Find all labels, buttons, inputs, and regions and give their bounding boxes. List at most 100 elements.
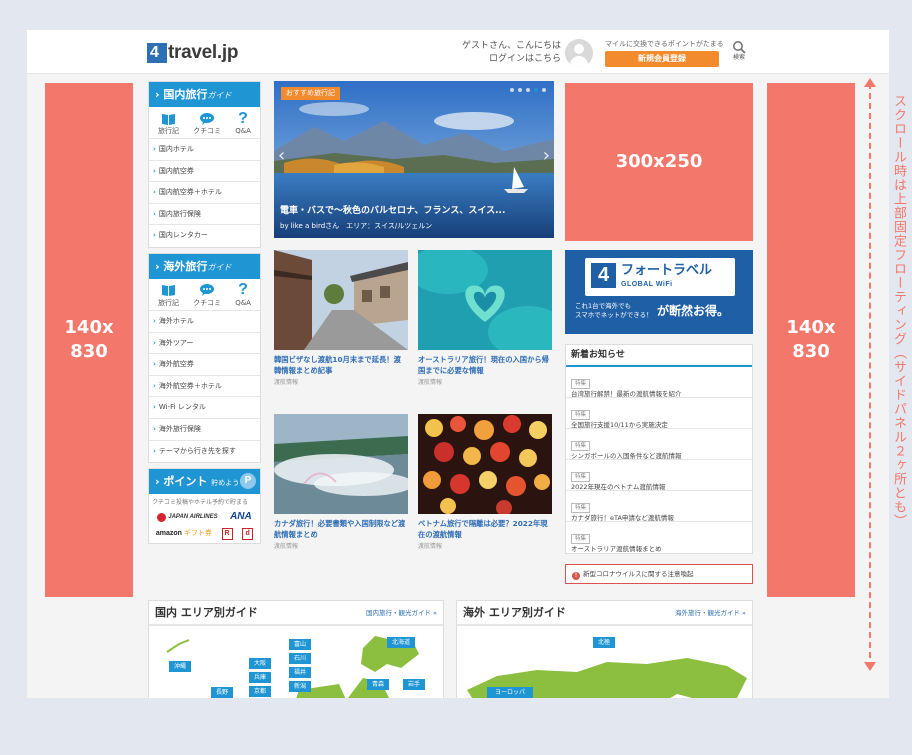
overseas-qa-label: Q&A bbox=[235, 298, 251, 307]
login-link[interactable]: ログインはこちら bbox=[457, 53, 561, 66]
news-item[interactable]: 特集 2022年現在のベトナム渡航情報 bbox=[566, 460, 752, 491]
jal-logo[interactable]: JAPAN AIRLINES bbox=[157, 512, 218, 522]
news-tag: 特集 bbox=[571, 534, 591, 544]
article-title[interactable]: ベトナム旅行で隔離は必要？2022年現在の渡航情報 bbox=[418, 518, 552, 540]
news-item[interactable]: 特集 カナダ旅行！eTA申請など渡航情報 bbox=[566, 491, 752, 522]
left-side-ad[interactable]: 140x 830 bbox=[45, 83, 133, 597]
link-wifi-rental[interactable]: Wi-Fi レンタル bbox=[149, 397, 260, 419]
chevron-right-icon[interactable]: › bbox=[543, 147, 550, 165]
article-title[interactable]: 韓国ビザなし渡航10月末まで延長！渡韓情報まとめ記事 bbox=[274, 354, 408, 376]
logo-text: travel.jp bbox=[168, 42, 239, 63]
featured-travelogue-slider[interactable]: おすすめ旅行記 ‹ › 電車・バスで～秋色のバルセロナ、フランス、スイス... … bbox=[274, 81, 554, 238]
area-kyoto[interactable]: 京都 bbox=[249, 686, 271, 697]
speech-bubble-icon bbox=[200, 112, 215, 125]
overseas-guide-title: 海外旅行 bbox=[163, 259, 208, 273]
overseas-review-label: クチコミ bbox=[193, 298, 222, 307]
amazon-gift-logo[interactable]: amazon ギフト券 bbox=[156, 529, 212, 539]
link-overseas-insurance[interactable]: 海外旅行保険 bbox=[149, 419, 260, 441]
signup-button[interactable]: 新規会員登録 bbox=[605, 51, 719, 67]
rectangle-ad[interactable]: 300x250 bbox=[565, 83, 753, 241]
area-europe[interactable]: ヨーロッパ bbox=[487, 687, 533, 698]
arrow-down-icon bbox=[864, 662, 876, 671]
domestic-travelogue-label: 旅行記 bbox=[158, 127, 180, 135]
link-domestic-rental-car[interactable]: 国内レンタカー bbox=[149, 225, 260, 247]
overseas-review-button[interactable]: クチコミ bbox=[193, 282, 221, 308]
news-item[interactable]: 特集 台湾旅行解禁！最新の渡航情報を紹介 bbox=[566, 367, 752, 398]
search-button[interactable]: 検索 bbox=[727, 40, 751, 62]
site-header: 4 travel.jp ゲストさん、こんにちは ログインはこちら マイルに交換で… bbox=[27, 30, 889, 74]
overseas-guide-link[interactable]: 海外旅行・観光ガイド » bbox=[675, 608, 746, 618]
article-card[interactable]: ベトナム旅行で隔離は必要？2022年現在の渡航情報 渡航情報 bbox=[418, 414, 552, 551]
area-ishikawa[interactable]: 石川 bbox=[289, 653, 311, 664]
dpoint-logo[interactable]: d bbox=[242, 528, 254, 541]
points-box: › ポイント 貯めよう P クチコミ投稿やホテル予約で貯まる JAPAN AIRL… bbox=[148, 468, 261, 545]
article-card[interactable]: カナダ旅行！必要書類や入国制限など渡航情報まとめ 渡航情報 bbox=[274, 414, 408, 551]
wifi-cta: が断然お得。 bbox=[657, 304, 730, 318]
rakuten-logo[interactable]: R bbox=[221, 528, 233, 541]
domestic-qa-button[interactable]: ? Q&A bbox=[235, 110, 251, 136]
wifi-logo-mark: 4 bbox=[591, 263, 616, 288]
area-hyogo[interactable]: 兵庫 bbox=[249, 672, 271, 683]
link-overseas-air-hotel[interactable]: 海外航空券＋ホテル bbox=[149, 376, 260, 398]
news-text[interactable]: オーストラリア渡航情報まとめ bbox=[571, 544, 747, 555]
chevron-left-icon[interactable]: ‹ bbox=[278, 147, 285, 165]
link-domestic-insurance[interactable]: 国内旅行保険 bbox=[149, 204, 260, 226]
link-theme-search[interactable]: テーマから行き先を探す bbox=[149, 441, 260, 463]
article-image bbox=[274, 414, 408, 514]
article-card[interactable]: オーストラリア旅行！現在の入国から帰国までに必要な情報 渡航情報 bbox=[418, 250, 552, 387]
domestic-guide-link[interactable]: 国内旅行・観光ガイド » bbox=[366, 608, 437, 618]
domestic-travelogue-button[interactable]: 旅行記 bbox=[158, 110, 179, 136]
speech-bubble-icon bbox=[200, 284, 215, 297]
article-title[interactable]: カナダ旅行！必要書類や入国制限など渡航情報まとめ bbox=[274, 518, 408, 540]
overseas-qa-button[interactable]: ? Q&A bbox=[235, 282, 251, 308]
news-tag: 特集 bbox=[571, 441, 591, 451]
area-osaka[interactable]: 大阪 bbox=[249, 658, 271, 669]
right-side-ad[interactable]: 140x 830 bbox=[767, 83, 855, 597]
overseas-travelogue-button[interactable]: 旅行記 bbox=[158, 282, 179, 308]
alert-text: 新型コロナウイルスに関する注意喚起 bbox=[583, 570, 694, 578]
link-overseas-tour[interactable]: 海外ツアー bbox=[149, 333, 260, 355]
search-icon bbox=[733, 41, 746, 54]
domestic-guide-header[interactable]: › 国内旅行ガイド bbox=[149, 82, 260, 107]
avatar[interactable] bbox=[565, 39, 593, 67]
article-category: 渡航情報 bbox=[418, 543, 443, 550]
search-label: 検索 bbox=[732, 54, 745, 61]
area-fukui[interactable]: 福井 bbox=[289, 667, 311, 678]
link-domestic-air[interactable]: 国内航空券 bbox=[149, 161, 260, 183]
area-iwate[interactable]: 岩手 bbox=[403, 679, 425, 690]
question-icon: ? bbox=[238, 109, 248, 127]
hero-byline: by like a birdさん エリア：スイス/ルツェルン bbox=[280, 222, 433, 230]
news-item[interactable]: 特集 オーストラリア渡航情報まとめ bbox=[566, 522, 752, 553]
area-toyama[interactable]: 富山 bbox=[289, 639, 311, 650]
news-item[interactable]: 特集 全国旅行支援10/11から実施決定 bbox=[566, 398, 752, 429]
points-header[interactable]: › ポイント 貯めよう P bbox=[149, 469, 260, 495]
global-wifi-banner[interactable]: 4 フォートラベル GLOBAL WiFi これ1台で海外でも スマホでネットが… bbox=[565, 250, 753, 334]
area-nagano[interactable]: 長野 bbox=[211, 687, 233, 698]
point-icon: P bbox=[240, 473, 256, 490]
site-logo[interactable]: 4 travel.jp bbox=[147, 40, 238, 66]
area-hokkaido[interactable]: 北海道 bbox=[387, 637, 415, 648]
article-title[interactable]: オーストラリア旅行！現在の入国から帰国までに必要な情報 bbox=[418, 354, 552, 376]
article-image bbox=[274, 250, 408, 350]
hero-title[interactable]: 電車・バスで～秋色のバルセロナ、フランス、スイス... bbox=[280, 205, 548, 217]
area-okinawa[interactable]: 沖縄 bbox=[169, 661, 191, 672]
ana-logo[interactable]: ANA bbox=[230, 512, 252, 522]
link-domestic-air-hotel[interactable]: 国内航空券＋ホテル bbox=[149, 182, 260, 204]
wifi-brand: フォートラベル bbox=[621, 263, 713, 278]
domestic-guide-icons: 旅行記 クチコミ ? Q&A bbox=[149, 107, 260, 139]
news-item[interactable]: 特集 シンガポールの入国条件など渡航情報 bbox=[566, 429, 752, 460]
alert-icon: ! bbox=[572, 572, 580, 580]
link-overseas-air[interactable]: 海外航空券 bbox=[149, 354, 260, 376]
overseas-guide-header[interactable]: › 海外旅行ガイド bbox=[149, 253, 260, 279]
hero-tag: おすすめ旅行記 bbox=[281, 87, 340, 100]
link-overseas-hotel[interactable]: 海外ホテル bbox=[149, 311, 260, 333]
domestic-review-button[interactable]: クチコミ bbox=[193, 110, 221, 136]
area-aomori[interactable]: 青森 bbox=[367, 679, 389, 690]
article-card[interactable]: 韓国ビザなし渡航10月末まで延長！渡韓情報まとめ記事 渡航情報 bbox=[274, 250, 408, 387]
area-niigata[interactable]: 新潟 bbox=[289, 681, 311, 692]
slider-dots[interactable] bbox=[510, 88, 546, 92]
covid-alert-link[interactable]: ! 新型コロナウイルスに関する注意喚起 bbox=[565, 564, 753, 584]
arrow-up-icon bbox=[864, 78, 876, 87]
area-arctic[interactable]: 北極 bbox=[593, 637, 615, 648]
link-domestic-hotel[interactable]: 国内ホテル bbox=[149, 139, 260, 161]
